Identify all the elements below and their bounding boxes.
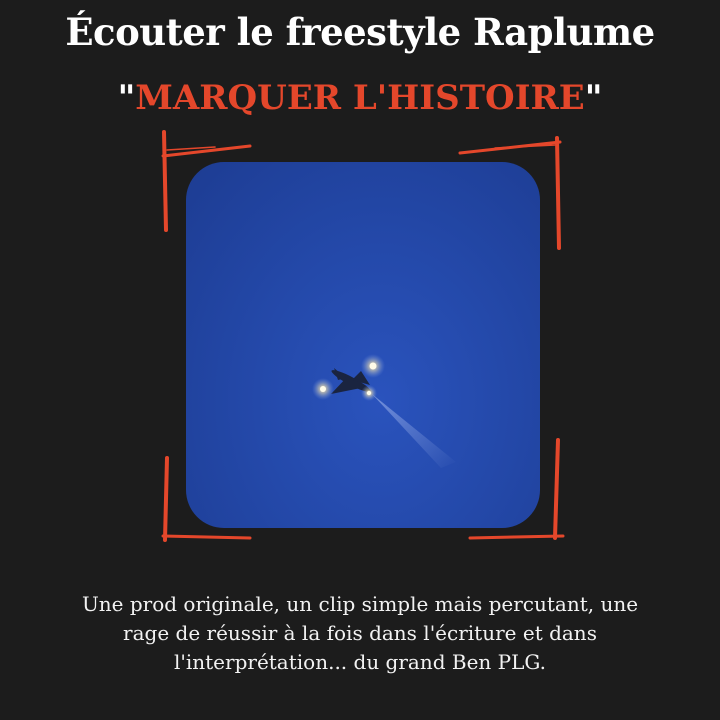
description-text: Une prod originale, un clip simple mais … [30,590,690,677]
open-quote: " [117,78,136,118]
page-title: Écouter le freestyle Raplume [65,10,655,54]
description-line-1: Une prod originale, un clip simple mais … [81,592,639,616]
airplane-photo-illustration [312,354,456,468]
close-quote: " [584,78,603,118]
freestyle-name: MARQUER L'HISTOIRE [135,78,585,118]
night-sky-photo [186,162,540,528]
freestyle-title: "MARQUER L'HISTOIRE" [0,78,720,118]
description-line-3: l'interprétation... du grand Ben PLG. [173,650,547,674]
description-line-2: rage de réussir à la fois dans l'écritur… [123,621,597,645]
